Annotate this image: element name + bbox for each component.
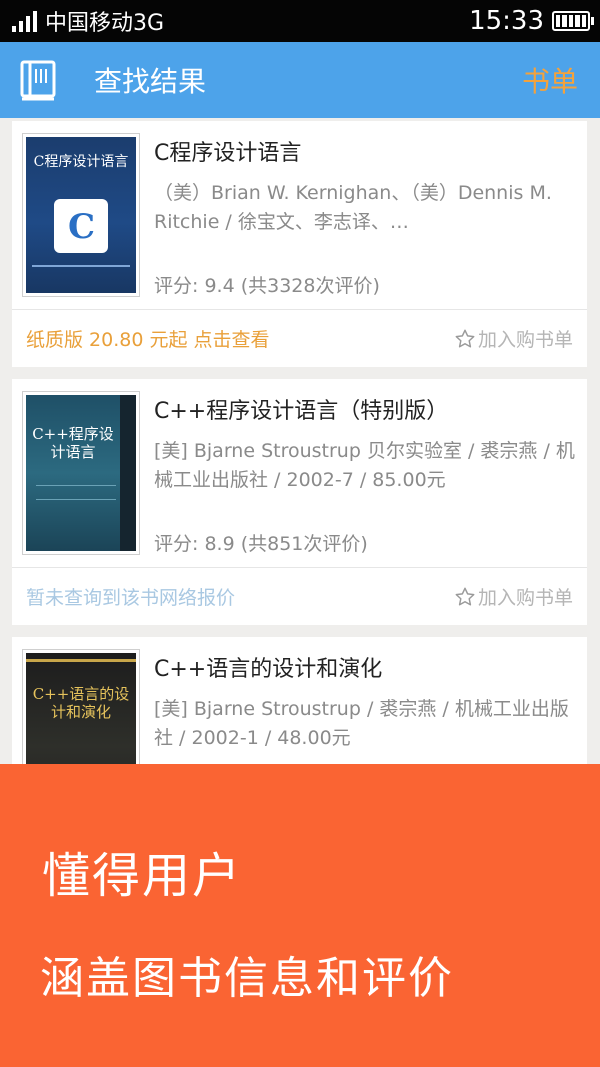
promo-subheadline: 涵盖图书信息和评价	[40, 953, 454, 1004]
star-outline-icon	[455, 587, 475, 606]
book-card-main[interactable]: C程序设计语言 C C程序设计语言 （美）Brian W. Kernighan、…	[12, 121, 587, 309]
booklist-button[interactable]: 书单	[522, 60, 578, 100]
book-rating: 评分: 8.9 (共851次评价)	[154, 533, 368, 555]
book-title[interactable]: C++语言的设计和演化	[154, 651, 382, 683]
promo-headline: 懂得用户	[42, 848, 243, 904]
add-to-booklist-label: 加入购书单	[477, 329, 573, 351]
book-cover[interactable]: C++程序设计语言	[22, 391, 140, 555]
signal-bars-icon	[12, 10, 37, 32]
add-to-booklist-button[interactable]: 加入购书单	[454, 583, 573, 610]
book-title[interactable]: C++程序设计语言（特别版）	[154, 393, 448, 425]
book-title[interactable]: C程序设计语言	[154, 135, 301, 167]
book-card-footer: 暂未查询到该书网络报价 加入购书单	[12, 567, 587, 625]
status-left: 中国移动3G	[12, 5, 164, 37]
cover-title: C程序设计语言	[33, 154, 129, 170]
cover-title: C++程序设计语言	[32, 425, 114, 461]
price-unavailable-text: 暂未查询到该书网络报价	[26, 587, 236, 609]
carrier-label: 中国移动3G	[45, 11, 165, 36]
book-rating: 评分: 9.4 (共3328次评价)	[154, 275, 380, 297]
book-card[interactable]: C程序设计语言 C C程序设计语言 （美）Brian W. Kernighan、…	[12, 121, 587, 367]
battery-full-icon	[552, 11, 594, 31]
book-cover[interactable]: C程序设计语言 C	[22, 133, 140, 297]
status-bar: 中国移动3G 15:33	[0, 0, 600, 42]
book-card-footer: 纸质版 20.80 元起 点击查看 加入购书单	[12, 309, 587, 367]
book-card[interactable]: C++程序设计语言 C++程序设计语言（特别版） [美] Bjarne Stro…	[12, 379, 587, 625]
book-icon[interactable]	[16, 57, 62, 103]
app-header: 查找结果 书单	[0, 42, 600, 118]
promo-banner: 懂得用户 涵盖图书信息和评价	[0, 764, 600, 1067]
price-link[interactable]: 纸质版 20.80 元起 点击查看	[26, 325, 270, 352]
page-title: 查找结果	[94, 65, 207, 98]
add-to-booklist-button[interactable]: 加入购书单	[454, 325, 573, 352]
status-right: 15:33	[469, 6, 594, 36]
add-to-booklist-label: 加入购书单	[477, 587, 573, 609]
cover-title: C++语言的设计和演化	[32, 685, 130, 721]
book-authors: [美] Bjarne Stroustrup 贝尔实验室 / 裘宗燕 / 机械工业…	[154, 440, 575, 491]
star-outline-icon	[455, 329, 475, 348]
book-card-main[interactable]: C++程序设计语言 C++程序设计语言（特别版） [美] Bjarne Stro…	[12, 379, 587, 567]
clock: 15:33	[469, 6, 544, 36]
book-authors: （美）Brian W. Kernighan、（美）Dennis M. Ritch…	[154, 182, 552, 233]
book-authors: [美] Bjarne Stroustrup / 裘宗燕 / 机械工业出版社 / …	[154, 698, 569, 749]
